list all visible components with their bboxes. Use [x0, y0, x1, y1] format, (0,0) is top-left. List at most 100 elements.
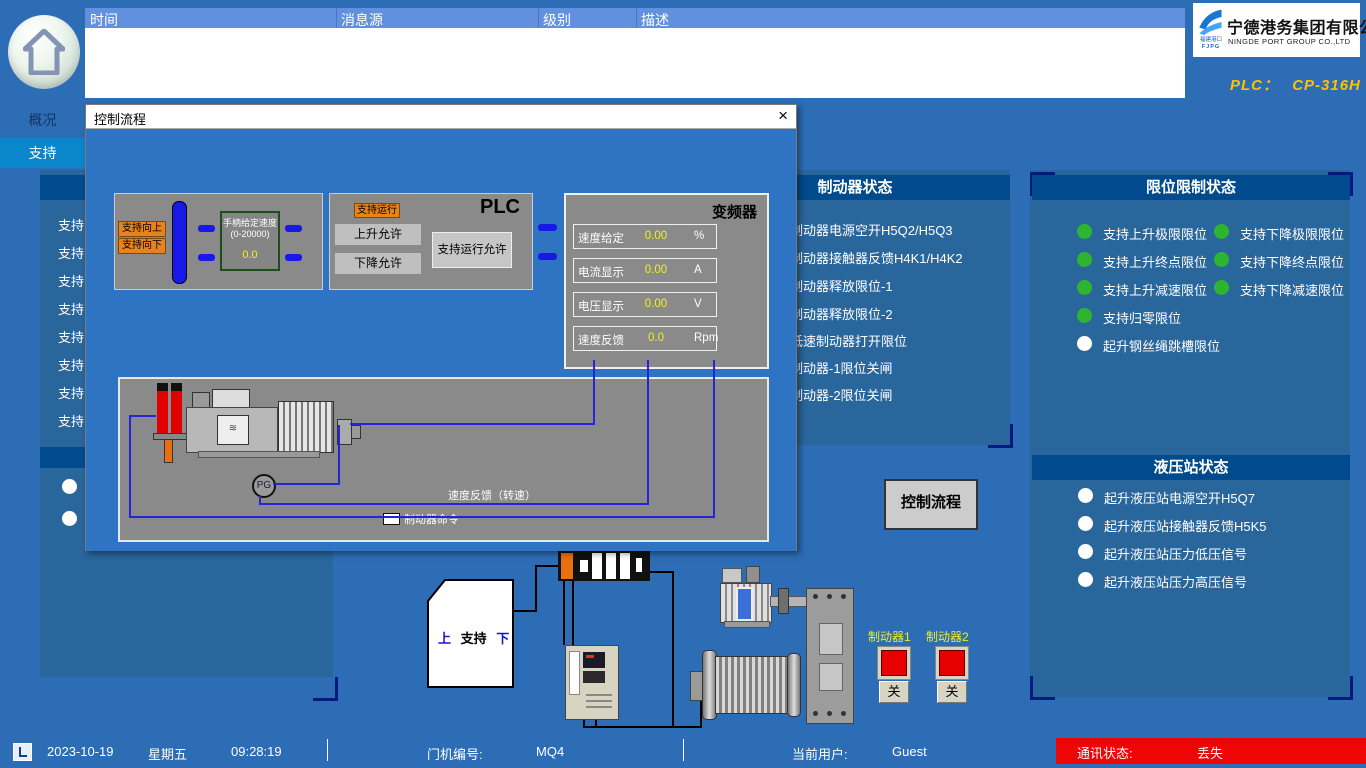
limit-item: 支持上升终点限位 [1103, 252, 1207, 271]
wire [535, 565, 560, 567]
flow-arrow [538, 253, 557, 260]
hydraulic-item: 起升液压站压力低压信号 [1104, 544, 1247, 563]
flow-arrow [285, 254, 302, 261]
limit-item: 支持上升减速限位 [1103, 280, 1207, 299]
vfd-row-unit: % [694, 230, 704, 242]
plc-rack [558, 551, 650, 581]
hidden-row: 支持 [58, 411, 84, 430]
status-dot [1214, 224, 1229, 239]
sidebar-item-overview[interactable]: 概况 [0, 106, 85, 134]
home-button[interactable] [8, 15, 80, 89]
dialog-title: 控制流程 [94, 109, 146, 128]
clock-icon[interactable] [13, 743, 32, 761]
hidden-row: 支持 [58, 355, 84, 374]
setpoint-value: 0.0 [222, 249, 278, 261]
brake1-lamp [881, 650, 907, 676]
logo-box: 福建港口 FJPG 宁德港务集团有限公司 NINGDE PORT GROUP C… [1193, 3, 1360, 57]
brake-pad-cap [171, 383, 182, 391]
plc-run-tag: 支持运行 [354, 203, 400, 218]
brake-pad [171, 391, 182, 433]
company-name-cn: 宁德港务集团有限公司 [1227, 14, 1366, 38]
vfd-vent [586, 694, 612, 696]
status-dot [1077, 308, 1092, 323]
vfd-row-value: 0.00 [636, 264, 676, 276]
comm-status-value: 丢失 [1197, 743, 1223, 762]
gearbox-bolt [841, 711, 846, 716]
setpoint-title: 手柄给定速度 [222, 216, 278, 229]
motor-topbox [722, 568, 742, 583]
brake2-close-button[interactable]: 关 [937, 681, 967, 703]
fall-allow-button[interactable]: 下降允许 [334, 252, 422, 275]
vfd-panel-title: 变频器 [712, 201, 757, 222]
plc-rack-slot [580, 560, 588, 572]
hydraulic-item: 起升液压站电源空开H5Q7 [1104, 488, 1255, 507]
setpoint-range: (0-20000) [222, 229, 278, 239]
vfd-row-label: 电流显示 [578, 264, 624, 280]
vfd-row-unit: A [694, 264, 702, 276]
motor-feet [198, 451, 320, 458]
dialog-titlebar[interactable]: 控制流程 × [86, 105, 796, 129]
rise-allow-button[interactable]: 上升允许 [334, 223, 422, 246]
vfd-row-unit: V [694, 298, 702, 310]
sidebar-item-support[interactable]: 支持 [0, 138, 85, 168]
gearbox [806, 588, 854, 724]
corner-bracket [1328, 676, 1353, 700]
control-flow-button[interactable]: 控制流程 [884, 479, 978, 530]
joystick-down-tag: 支持向下 [118, 238, 166, 254]
signal-line [273, 483, 340, 485]
plc-model-label: PLC： [1230, 77, 1279, 94]
col-divider [538, 8, 539, 28]
home-icon [23, 29, 65, 75]
vfd-row-label: 速度反馈 [578, 332, 624, 348]
gear-housing: ≋ [186, 407, 278, 453]
joystick-panel: 支持向上 支持向下 手柄给定速度 (0-20000) 0.0 [114, 193, 323, 290]
plc-rack-slot [620, 553, 630, 579]
wire [535, 565, 537, 612]
hoist-motor [718, 566, 774, 626]
flow-arrow [198, 225, 215, 232]
signal-line [129, 415, 131, 518]
signal-line [713, 360, 715, 518]
status-dot [1078, 544, 1093, 559]
hopper-mid-label: 支持 [461, 631, 487, 646]
limit-item: 起升钢丝绳跳槽限位 [1103, 336, 1220, 355]
wire [513, 610, 537, 612]
dialog-close-icon[interactable]: × [778, 106, 788, 126]
brake-cmd-box [383, 513, 400, 525]
drum-barrel [715, 656, 791, 714]
limit-item: 支持归零限位 [1103, 308, 1181, 327]
corner-bracket [313, 677, 338, 701]
message-table-header: 时间 消息源 级别 描述 [85, 8, 1185, 28]
hidden-row: 支持 [58, 271, 84, 290]
vfd-row-value: 0.00 [636, 298, 676, 310]
brake1-close-button[interactable]: 关 [879, 681, 909, 703]
vfd-row-speed-fb: 速度反馈 0.0 Rpm [573, 326, 717, 351]
gearbox-bolt [813, 594, 818, 599]
status-dot [1078, 572, 1093, 587]
brake-item: 制动器接触器反馈H4K1/H4K2 [790, 248, 963, 267]
signal-line [593, 360, 595, 425]
gearbox-panel [819, 663, 843, 691]
brake-item: 制动器-1限位关闸 [790, 358, 893, 377]
machine-no-value: MQ4 [536, 744, 564, 759]
gear-fanbox [212, 389, 250, 408]
signal-line [647, 360, 649, 505]
hopper-label: 上 支持 下 [438, 628, 509, 647]
corner-bracket [988, 424, 1013, 448]
signal-line [259, 503, 649, 505]
signal-line [338, 425, 340, 484]
hidden-row: 支持 [58, 327, 84, 346]
current-user-value: Guest [892, 744, 927, 759]
message-list[interactable] [85, 28, 1185, 98]
signal-line [129, 415, 156, 417]
brake-item: 制动器释放限位-1 [790, 276, 893, 295]
company-name-en: NINGDE PORT GROUP CO.,LTD [1228, 37, 1350, 46]
run-allow-button[interactable]: 支持运行允许 [432, 232, 512, 268]
gearbox-panel [819, 623, 843, 655]
current-user-label: 当前用户: [792, 744, 848, 763]
vfd-panel: 变频器 速度给定 0.00 % 电流显示 0.00 A 电压显示 0.00 V [564, 193, 769, 369]
col-divider [636, 8, 637, 28]
status-weekday: 星期五 [148, 744, 187, 763]
gear-window: ≋ [217, 415, 249, 445]
brake2-lamp-frame [935, 646, 969, 680]
